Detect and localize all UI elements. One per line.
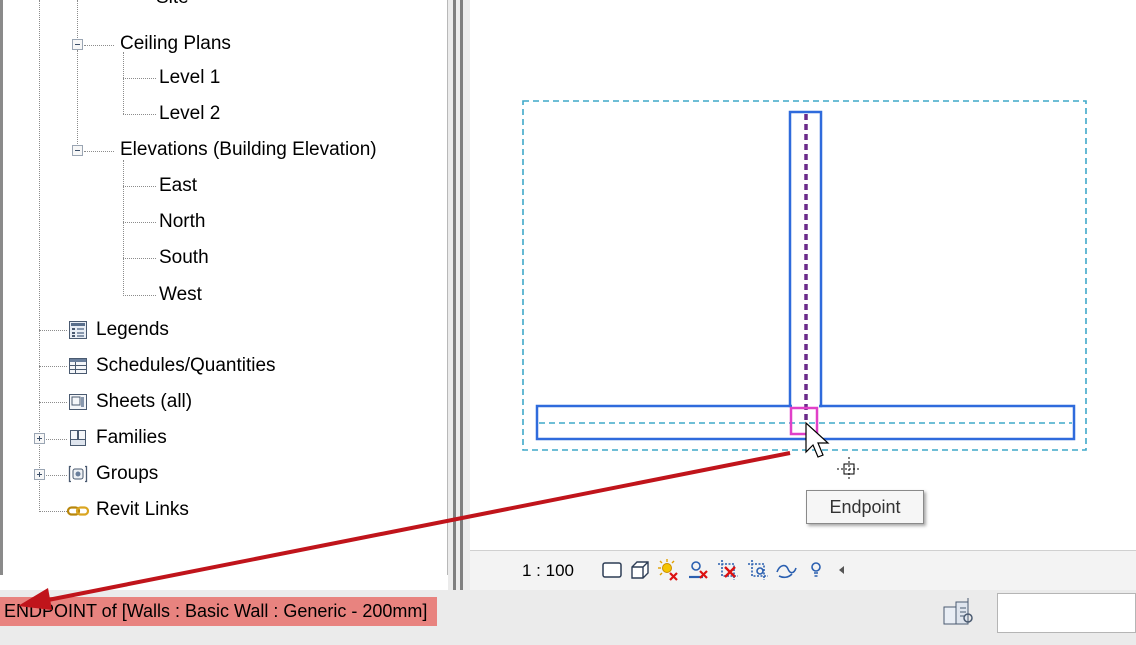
tree-item-partial[interactable]: Site: [156, 0, 189, 9]
tree-item-revit-links[interactable]: Revit Links: [96, 499, 189, 521]
detail-level-icon[interactable]: [600, 558, 624, 582]
shadows-icon[interactable]: [686, 558, 710, 582]
tree-item-level-2[interactable]: Level 2: [159, 103, 220, 125]
legend-icon: [69, 321, 87, 339]
tree-item-families[interactable]: Families: [96, 427, 167, 449]
status-message: ENDPOINT of [Walls : Basic Wall : Generi…: [0, 597, 438, 626]
groups-icon: [68, 465, 88, 483]
worksets-icon[interactable]: [938, 594, 978, 628]
temporary-hide-icon[interactable]: [774, 558, 798, 582]
wall-plan-view: [522, 100, 1087, 481]
revit-links-icon: [66, 506, 90, 516]
status-bar-field[interactable]: [997, 593, 1136, 633]
scroll-left-icon[interactable]: [830, 558, 854, 582]
drawing-canvas[interactable]: [470, 0, 1136, 550]
view-scale[interactable]: 1 : 100: [522, 561, 574, 581]
tree-item-east[interactable]: East: [159, 175, 197, 197]
snap-crosshair-icon: [837, 457, 861, 481]
tree-guide-line: [123, 160, 124, 296]
tree-item-elevations[interactable]: Elevations (Building Elevation): [120, 139, 377, 161]
expand-toggle[interactable]: [34, 433, 45, 444]
sun-path-icon[interactable]: [656, 558, 680, 582]
snap-tooltip: Endpoint: [806, 490, 924, 524]
tree-item-ceiling-plans[interactable]: Ceiling Plans: [120, 33, 231, 55]
visual-style-icon[interactable]: [628, 558, 652, 582]
tree-item-south[interactable]: South: [159, 247, 209, 269]
reveal-hidden-icon[interactable]: [804, 558, 828, 582]
tree-item-west[interactable]: West: [159, 284, 202, 306]
families-icon: [70, 430, 86, 446]
collapse-toggle[interactable]: [72, 145, 83, 156]
status-bar: ENDPOINT of [Walls : Basic Wall : Generi…: [0, 590, 1136, 645]
tree-item-sheets[interactable]: Sheets (all): [96, 391, 192, 413]
schedule-icon: [69, 358, 87, 374]
tree-item-schedules[interactable]: Schedules/Quantities: [96, 355, 276, 377]
tree-item-legends[interactable]: Legends: [96, 319, 169, 341]
collapse-toggle[interactable]: [72, 39, 83, 50]
tree-item-level-1[interactable]: Level 1: [159, 67, 220, 89]
crop-view-icon[interactable]: [716, 558, 740, 582]
tree-item-north[interactable]: North: [159, 211, 205, 233]
tree-guide-line: [77, 0, 78, 40]
tree-item-groups[interactable]: Groups: [96, 463, 158, 485]
view-control-bar: 1 : 100: [470, 550, 1136, 590]
show-crop-region-icon[interactable]: [746, 558, 770, 582]
project-browser: Site Ceiling Plans Level 1 Level 2 Eleva…: [0, 0, 448, 575]
expand-toggle[interactable]: [34, 469, 45, 480]
sheet-icon: [69, 394, 87, 410]
tree-guide-line: [123, 52, 124, 114]
panel-splitter[interactable]: [448, 0, 470, 590]
